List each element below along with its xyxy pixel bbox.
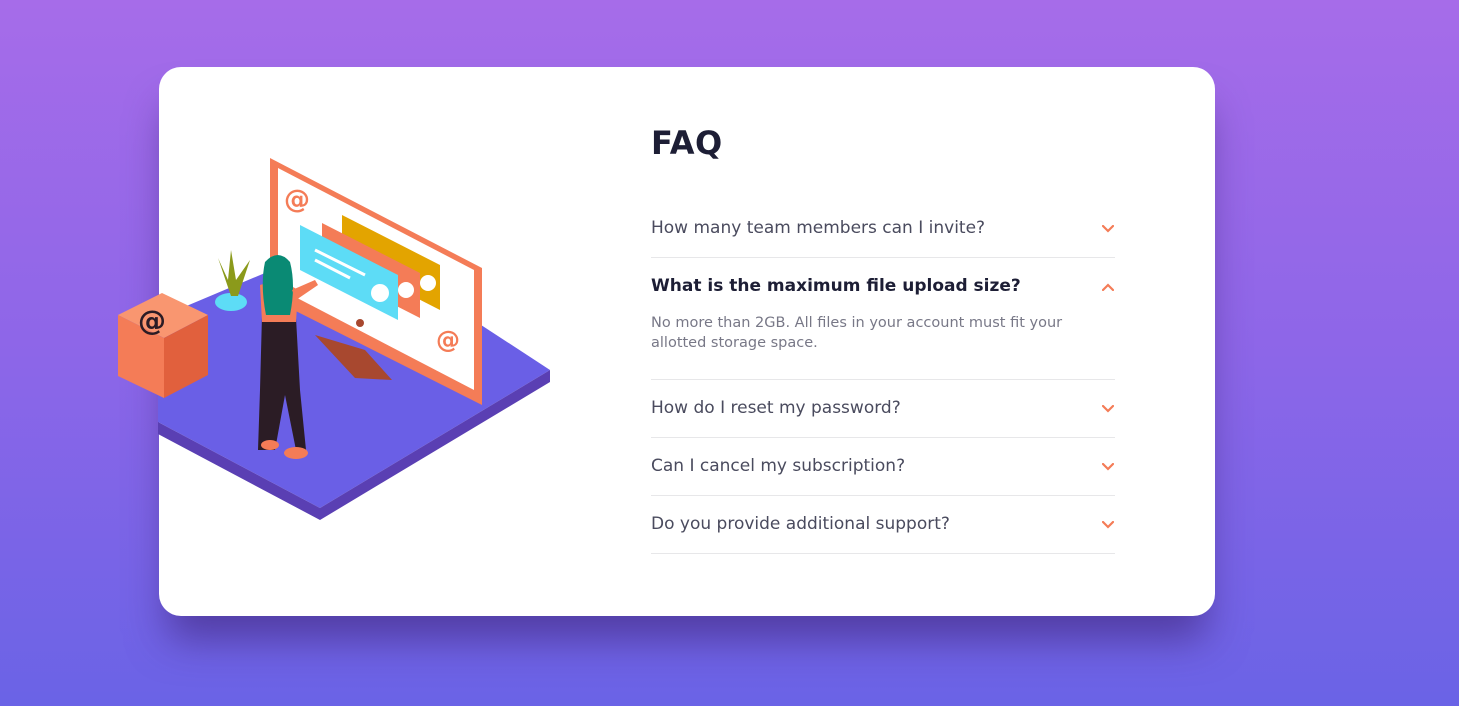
faq-question-text: How many team members can I invite? xyxy=(651,218,986,239)
faq-item-cancel-subscription[interactable]: Can I cancel my subscription? xyxy=(651,438,1115,496)
screen-dot xyxy=(420,275,436,291)
faq-question-button[interactable]: What is the maximum file upload size? xyxy=(651,258,1115,315)
faq-question-text: Can I cancel my subscription? xyxy=(651,456,906,477)
monitor-button xyxy=(356,319,364,327)
faq-item-additional-support[interactable]: Do you provide additional support? xyxy=(651,496,1115,554)
faq-question-button[interactable]: How do I reset my password? xyxy=(651,380,1115,437)
at-sign-icon: @ xyxy=(138,304,166,337)
woman-foot xyxy=(284,447,308,459)
chevron-up-icon xyxy=(1101,280,1115,294)
faq-question-button[interactable]: Can I cancel my subscription? xyxy=(651,438,1115,495)
faq-item-upload-size[interactable]: What is the maximum file upload size? No… xyxy=(651,258,1115,380)
faq-item-reset-password[interactable]: How do I reset my password? xyxy=(651,380,1115,438)
page-title: FAQ xyxy=(651,124,723,162)
chevron-down-icon xyxy=(1101,518,1115,532)
faq-question-text: Do you provide additional support? xyxy=(651,514,950,535)
at-sign-icon: @ xyxy=(436,326,460,354)
chevron-down-icon xyxy=(1101,222,1115,236)
woman-foot xyxy=(261,440,279,450)
screen-dot xyxy=(398,282,414,298)
woman-hair xyxy=(262,255,293,315)
woman-online-illustration: @ @ @ xyxy=(118,158,550,520)
at-sign-icon: @ xyxy=(284,185,310,215)
faq-question-text: How do I reset my password? xyxy=(651,398,901,419)
faq-item-team-members[interactable]: How many team members can I invite? xyxy=(651,200,1115,258)
screen-dot xyxy=(371,284,389,302)
chevron-down-icon xyxy=(1101,402,1115,416)
faq-question-text: What is the maximum file upload size? xyxy=(651,276,1021,297)
faq-question-button[interactable]: How many team members can I invite? xyxy=(651,200,1115,257)
faq-question-button[interactable]: Do you provide additional support? xyxy=(651,496,1115,553)
faq-answer-text: No more than 2GB. All files in your acco… xyxy=(651,315,1063,351)
faq-panel: FAQ How many team members can I invite? … xyxy=(651,125,1115,554)
chevron-down-icon xyxy=(1101,460,1115,474)
